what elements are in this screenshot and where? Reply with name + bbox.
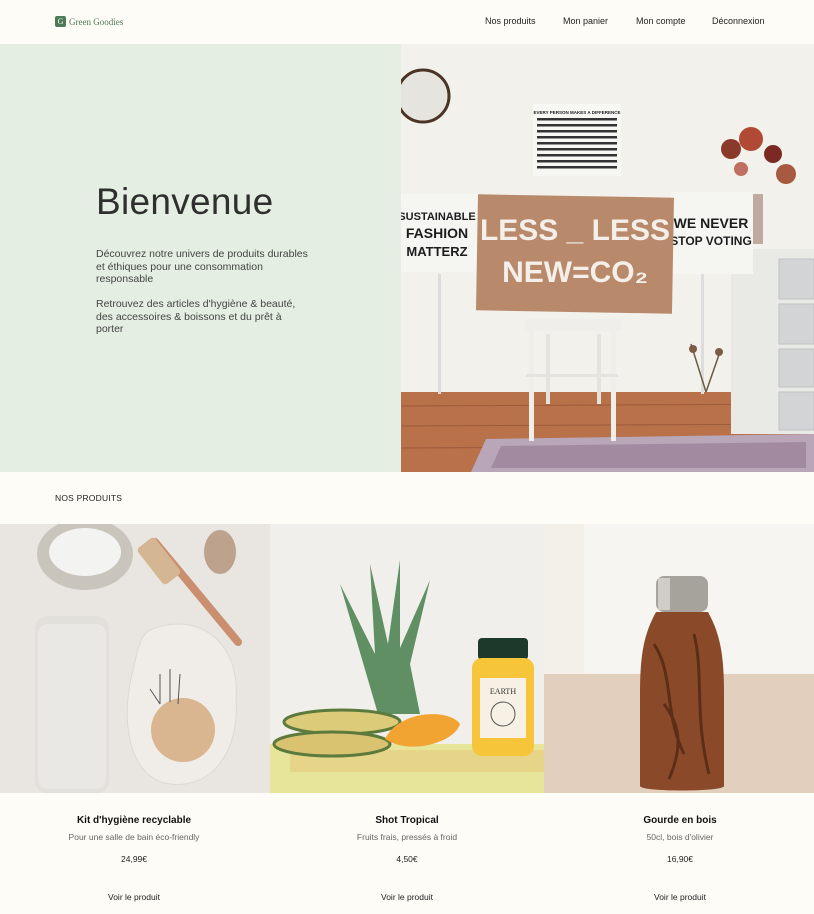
hero-image: EVERY PERSON MAKES A DIFFERENCE SUSTAINA… xyxy=(401,44,814,472)
product-description: Pour une salle de bain éco-friendly xyxy=(68,832,200,842)
jar-label: EARTH xyxy=(490,687,516,696)
chair xyxy=(525,319,621,331)
hero-secondary-text: Retrouvez des articles d'hygiène & beaut… xyxy=(96,298,296,335)
poster-text: EVERY PERSON MAKES A DIFFERENCE xyxy=(534,110,621,115)
product-price: 24,99€ xyxy=(121,854,147,864)
svg-text:FASHION: FASHION xyxy=(406,225,468,241)
hero-title: Bienvenue xyxy=(96,181,274,222)
svg-text:LESS _ LESS: LESS _ LESS xyxy=(480,214,670,247)
products-section-title: NOS PRODUITS xyxy=(55,493,123,503)
product-card-hygiene-kit: Kit d'hygiène recyclable Pour une salle … xyxy=(0,815,268,902)
product-price: 4,50€ xyxy=(396,854,418,864)
product-image-wooden-bottle[interactable] xyxy=(544,524,814,793)
nav-link-logout[interactable]: Déconnexion xyxy=(712,16,765,26)
nav-link-account[interactable]: Mon compte xyxy=(636,16,686,26)
product-card-tropical-shot: Shot Tropical Fruits frais, pressés à fr… xyxy=(270,815,544,902)
hero-intro-text: Découvrez notre univers de produits dura… xyxy=(96,248,308,285)
view-product-link[interactable]: Voir le produit xyxy=(0,892,268,902)
product-name: Gourde en bois xyxy=(643,815,717,826)
svg-text:STOP VOTING: STOP VOTING xyxy=(670,234,752,248)
pineapple-slice xyxy=(282,708,402,736)
site-header: G Green Goodies Nos produits Mon panier … xyxy=(0,0,814,44)
product-image-hygiene-kit[interactable] xyxy=(0,524,270,793)
product-name: Shot Tropical xyxy=(375,815,439,826)
nav-link-cart[interactable]: Mon panier xyxy=(563,16,608,26)
product-description: Fruits frais, pressés à froid xyxy=(356,832,458,842)
pebble xyxy=(204,530,236,574)
sign-right xyxy=(671,192,753,274)
view-product-link[interactable]: Voir le produit xyxy=(270,892,544,902)
sign-main xyxy=(476,194,674,314)
mirror-icon xyxy=(401,68,451,124)
product-card-wooden-bottle: Gourde en bois 50cl, bois d'olivier 16,9… xyxy=(544,815,814,902)
product-description: 50cl, bois d'olivier xyxy=(646,832,714,842)
product-name: Kit d'hygiène recyclable xyxy=(76,815,192,826)
view-product-link[interactable]: Voir le produit xyxy=(544,892,814,902)
product-price: 16,90€ xyxy=(667,854,693,864)
logo-text: Green Goodies xyxy=(69,16,124,27)
svg-text:MATTERZ: MATTERZ xyxy=(406,244,467,259)
logo-icon: G xyxy=(55,16,66,27)
soap xyxy=(151,698,215,762)
svg-text:SUSTAINABLE: SUSTAINABLE xyxy=(401,211,476,223)
nav-link-products[interactable]: Nos produits xyxy=(485,16,536,26)
svg-text:WE NEVER: WE NEVER xyxy=(674,215,749,231)
logo[interactable]: G Green Goodies xyxy=(55,16,123,27)
svg-text:NEW=CO₂: NEW=CO₂ xyxy=(502,256,648,289)
bottle-body xyxy=(640,612,724,791)
product-image-tropical-shot[interactable]: EARTH xyxy=(270,524,544,793)
juice-jar-lid xyxy=(478,638,528,660)
